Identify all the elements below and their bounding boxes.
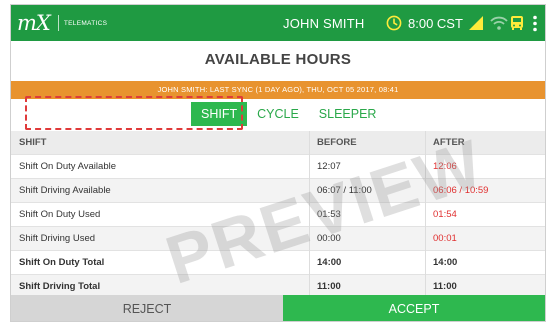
column-header-after: AFTER bbox=[433, 137, 465, 148]
table-row: Shift On Duty Available 12:07 12:06 bbox=[11, 155, 545, 179]
app-frame: mX TELEMATICS JOHN SMITH 8:00 CST AVAILA… bbox=[10, 4, 546, 322]
bus-icon bbox=[511, 16, 523, 30]
row-label: Shift Driving Available bbox=[19, 185, 111, 196]
wifi-icon bbox=[490, 16, 508, 30]
row-before-value: 12:07 bbox=[317, 161, 341, 172]
row-before-value: 14:00 bbox=[317, 257, 342, 268]
column-divider bbox=[309, 227, 310, 251]
logo-divider bbox=[57, 15, 59, 31]
column-divider bbox=[425, 155, 426, 179]
accept-button[interactable]: ACCEPT bbox=[283, 295, 545, 321]
row-after-value: 06:06 / 10:59 bbox=[433, 185, 489, 196]
row-before-value: 00:00 bbox=[317, 233, 341, 244]
row-after-value: 14:00 bbox=[433, 257, 458, 268]
column-divider bbox=[425, 179, 426, 203]
logo-mark: mX bbox=[17, 10, 51, 35]
logo-subtext: TELEMATICS bbox=[63, 19, 108, 27]
column-divider bbox=[309, 251, 310, 275]
column-header-before: BEFORE bbox=[317, 137, 357, 148]
mix-logo: mX TELEMATICS bbox=[17, 5, 107, 41]
user-name: JOHN SMITH bbox=[283, 16, 365, 31]
table-row: Shift Driving Available 06:07 / 11:00 06… bbox=[11, 179, 545, 203]
table-row: Shift On Duty Total 14:00 14:00 bbox=[11, 251, 545, 275]
column-divider bbox=[425, 131, 426, 155]
page-title: AVAILABLE HOURS bbox=[204, 51, 352, 68]
column-divider bbox=[309, 155, 310, 179]
column-divider bbox=[425, 203, 426, 227]
row-after-value: 00:01 bbox=[433, 233, 457, 244]
hours-tabs: SHIFT CYCLE SLEEPER bbox=[191, 102, 387, 126]
column-divider bbox=[309, 179, 310, 203]
clock-icon[interactable] bbox=[386, 15, 402, 31]
sync-status-bar: JOHN SMITH: LAST SYNC (1 DAY AGO), THU, … bbox=[11, 81, 545, 99]
tab-cycle[interactable]: CYCLE bbox=[247, 102, 309, 126]
tab-sleeper[interactable]: SLEEPER bbox=[308, 102, 387, 126]
table-row: Shift Driving Used 00:00 00:01 bbox=[11, 227, 545, 251]
tab-shift[interactable]: SHIFT bbox=[191, 102, 248, 126]
signal-icon bbox=[469, 16, 483, 30]
table-header-row: SHIFT BEFORE AFTER bbox=[11, 131, 545, 155]
table-row: Shift On Duty Used 01:53 01:54 bbox=[11, 203, 545, 227]
row-after-value: 12:06 bbox=[433, 161, 457, 172]
row-label: Shift On Duty Used bbox=[19, 209, 101, 220]
hours-table: SHIFT BEFORE AFTER Shift On Duty Availab… bbox=[11, 131, 545, 299]
reject-button[interactable]: REJECT bbox=[11, 295, 283, 321]
column-divider bbox=[309, 131, 310, 155]
column-divider bbox=[425, 251, 426, 275]
status-bar: mX TELEMATICS JOHN SMITH 8:00 CST bbox=[11, 5, 545, 41]
row-before-value: 06:07 / 11:00 bbox=[317, 185, 372, 196]
menu-icon[interactable] bbox=[532, 15, 538, 32]
row-before-value: 01:53 bbox=[317, 209, 341, 220]
row-after-value: 01:54 bbox=[433, 209, 457, 220]
row-label: Shift On Duty Total bbox=[19, 257, 105, 268]
column-divider bbox=[309, 203, 310, 227]
column-header-shift: SHIFT bbox=[19, 137, 47, 148]
column-divider bbox=[425, 227, 426, 251]
row-label: Shift On Duty Available bbox=[19, 161, 116, 172]
row-label: Shift Driving Used bbox=[19, 233, 96, 244]
clock-time: 8:00 CST bbox=[408, 16, 463, 31]
